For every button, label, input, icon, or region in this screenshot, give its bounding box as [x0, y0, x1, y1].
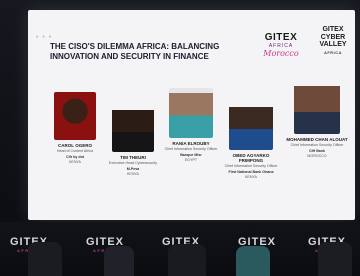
stage-backdrop: GITEX AFRICA GITEX AFRICA GITEX AFRICA G… — [0, 222, 360, 276]
speaker-name: RANIA ELROUBY — [172, 141, 210, 146]
speaker-photo — [229, 102, 273, 150]
speaker-org-line: First National Bank Ghana — [228, 169, 274, 174]
projection-screen: • • • THE CISO'S DILEMMA AFRICA: BALANCI… — [28, 10, 355, 220]
cyber-logo-line3: VALLEY — [319, 41, 347, 48]
speaker-role: Executive Head Cybersecurity — [108, 161, 158, 165]
speaker-name: OBED AGYARKO FRIMPONG — [232, 153, 270, 163]
cyber-logo-sub: AFRICA — [323, 49, 343, 55]
speaker-card: MOHAMMED CHAN ALOUAT Chief Information S… — [286, 82, 348, 158]
speaker-org-line: Cifr by dot — [66, 154, 84, 159]
speaker-card: CAROL OGERO Head of Content Africa Cifr … — [44, 92, 106, 164]
speaker-country: KENYA — [69, 159, 81, 164]
gitex-cyber-valley-logo: GITEX CYBER VALLEY AFRICA — [314, 26, 352, 56]
panelist-silhouette — [236, 246, 270, 276]
speaker-name: TIM THEURI — [120, 155, 146, 160]
speaker-role: Head of Content Africa — [56, 149, 94, 153]
speaker-photo — [294, 82, 340, 134]
slide-title: THE CISO'S DILEMMA AFRICA: BALANCING INN… — [50, 42, 220, 61]
speaker-role: Chief Information Security Officer — [290, 143, 344, 147]
speaker-photo — [112, 104, 154, 152]
speaker-country: KENYA — [127, 171, 139, 176]
speaker-photo — [169, 88, 213, 138]
speaker-card: OBED AGYARKO FRIMPONG Chief Information … — [220, 102, 282, 179]
panelist-silhouette — [318, 242, 352, 276]
speaker-photo — [54, 92, 96, 140]
panelist-silhouette — [28, 242, 62, 276]
speaker-name: MOHAMMED CHAN ALOUAT — [286, 137, 348, 142]
conference-hall: • • • THE CISO'S DILEMMA AFRICA: BALANCI… — [0, 0, 360, 276]
speaker-card: RANIA ELROUBY Chief Information Security… — [160, 88, 222, 162]
cyber-logo-line2: CYBER — [320, 33, 346, 41]
gitex-africa-logo: GITEX AFRICA Morocco — [256, 32, 306, 58]
speaker-card: TIM THEURI Executive Head Cybersecurity … — [102, 104, 164, 176]
cyber-logo-line1: GITEX — [322, 26, 344, 33]
speaker-name: CAROL OGERO — [58, 143, 92, 148]
gitex-africa-logo-main: GITEX — [264, 32, 298, 43]
speaker-country: EGYPT — [184, 157, 198, 162]
speaker-country: MOROCCO — [307, 153, 327, 158]
speaker-role: Chief Information Security Officer — [224, 164, 278, 168]
gitex-africa-logo-script: Morocco — [263, 49, 299, 58]
panelist-silhouette — [168, 244, 206, 276]
speaker-org-line: CIH Bank — [309, 148, 325, 153]
speaker-org-line: M-Pesa — [126, 166, 140, 171]
speaker-role: Chief Information Security Officer — [164, 147, 218, 151]
speaker-country: KENYA — [245, 174, 257, 179]
panelist-silhouette — [104, 246, 134, 276]
slide-dots: • • • — [36, 34, 53, 41]
speaker-org-line: Banque Misr — [180, 152, 202, 157]
